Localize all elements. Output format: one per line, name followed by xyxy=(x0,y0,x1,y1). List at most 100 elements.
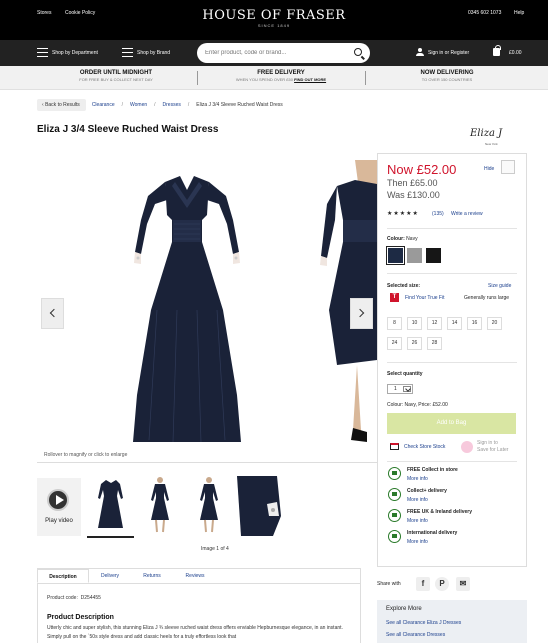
product-gallery[interactable] xyxy=(37,160,377,463)
swatch-black[interactable] xyxy=(426,248,441,263)
thumbnail-1[interactable] xyxy=(87,476,134,538)
divider xyxy=(387,273,517,274)
more-info-link[interactable]: More info xyxy=(407,476,428,482)
dress-image[interactable] xyxy=(37,160,377,463)
tab-reviews[interactable]: Reviews xyxy=(173,569,217,583)
breadcrumb-women[interactable]: Women xyxy=(130,102,147,108)
check-store-stock-link[interactable]: Check Store Stock xyxy=(404,444,445,450)
swatch-grey[interactable] xyxy=(407,248,422,263)
promo-midnight[interactable]: ORDER UNTIL MIDNIGHT FOR FREE BUY & COLL… xyxy=(36,70,196,82)
save-for-later-link[interactable]: Sign in to Save for Later xyxy=(477,440,508,454)
brand-logo[interactable]: Eliza J xyxy=(470,128,502,139)
hide-checkbox[interactable] xyxy=(501,160,515,174)
breadcrumb-dresses[interactable]: Dresses xyxy=(163,102,181,108)
breadcrumb-clearance[interactable]: Clearance xyxy=(92,102,115,108)
review-count[interactable]: (135) xyxy=(432,211,444,217)
size-option[interactable]: 8 xyxy=(387,317,402,330)
facebook-icon[interactable]: f xyxy=(416,577,430,591)
explore-link[interactable]: See all Clearance Dresses xyxy=(386,632,445,638)
promo-title: ORDER UNTIL MIDNIGHT xyxy=(79,70,153,76)
promo-international[interactable]: NOW DELIVERING TO OVER 150 COUNTRIES xyxy=(367,70,527,82)
quantity-value: 1 xyxy=(394,386,397,392)
store-icon xyxy=(390,443,399,450)
size-option[interactable]: 20 xyxy=(487,317,502,330)
play-video-button[interactable]: Play video xyxy=(37,478,81,536)
sign-in-register-link[interactable]: Sign in or Register xyxy=(428,50,469,56)
breadcrumb-current: Eliza J 3/4 Sleeve Ruched Waist Dress xyxy=(196,102,283,108)
divider xyxy=(365,71,366,85)
thumbnail-3[interactable] xyxy=(187,476,234,538)
breadcrumb-separator: / xyxy=(187,102,190,108)
size-option[interactable]: 16 xyxy=(467,317,482,330)
play-video-label: Play video xyxy=(45,518,73,524)
size-option[interactable]: 28 xyxy=(427,337,442,350)
size-option[interactable]: 14 xyxy=(447,317,462,330)
tab-delivery[interactable]: Delivery xyxy=(89,569,131,583)
now-price: Now £52.00 xyxy=(387,162,457,177)
promo-title: FREE DELIVERY xyxy=(257,70,305,76)
thumbnail-image xyxy=(98,480,123,528)
find-true-fit-link[interactable]: Find Your True Fit xyxy=(405,295,444,301)
site-logo[interactable]: HOUSE OF FRASER xyxy=(0,8,548,23)
find-out-more-link[interactable]: FIND OUT MORE xyxy=(294,77,326,82)
promo-subtitle: WHEN YOU SPEND OVER £50 FIND OUT MORE xyxy=(199,77,363,82)
thumbnail-4[interactable] xyxy=(237,476,284,538)
divider xyxy=(387,461,517,462)
rating-stars: ★★★★★ xyxy=(387,211,419,217)
basket-total[interactable]: £0.00 xyxy=(509,50,522,56)
email-icon[interactable]: ✉ xyxy=(456,577,470,591)
play-icon xyxy=(47,489,69,511)
help-link[interactable]: Help xyxy=(514,10,524,16)
quantity-label-text: Select quantity xyxy=(387,371,423,377)
previous-image-button[interactable] xyxy=(41,298,64,329)
selected-size-label: Selected size: xyxy=(387,283,420,289)
add-to-bag-button[interactable]: Add to Bag xyxy=(387,413,516,434)
pinterest-icon[interactable]: P xyxy=(435,577,449,591)
thumbnail-image xyxy=(151,477,169,533)
save-line-1: Sign in to xyxy=(477,440,498,446)
user-icon[interactable] xyxy=(416,48,424,56)
thumbnail-image xyxy=(237,476,281,536)
more-info-link[interactable]: More info xyxy=(407,497,428,503)
promo-subtitle: FOR FREE BUY & COLLECT NEXT DAY xyxy=(79,77,153,82)
delivery-van-icon xyxy=(388,509,401,522)
swatch-navy[interactable] xyxy=(386,246,405,265)
size-option[interactable]: 10 xyxy=(407,317,422,330)
back-to-results-button[interactable]: ‹ Back to Results xyxy=(37,99,86,111)
size-option[interactable]: 26 xyxy=(407,337,422,350)
chevron-right-icon xyxy=(355,308,365,318)
tab-description[interactable]: Description xyxy=(37,569,89,583)
collect-in-store-icon xyxy=(388,467,401,480)
delivery-option-title: International delivery xyxy=(407,530,458,536)
promo-free-delivery[interactable]: FREE DELIVERY WHEN YOU SPEND OVER £50 FI… xyxy=(199,70,363,82)
menu-icon xyxy=(37,48,48,57)
heart-icon[interactable] xyxy=(461,441,473,453)
hide-link[interactable]: Hide xyxy=(484,166,494,172)
shop-by-brand-button[interactable]: Shop by Brand xyxy=(137,50,170,56)
tab-returns[interactable]: Returns xyxy=(131,569,173,583)
explore-link[interactable]: See all Clearance Eliza J Dresses xyxy=(386,620,461,626)
size-option[interactable]: 24 xyxy=(387,337,402,350)
more-info-link[interactable]: More info xyxy=(407,518,428,524)
more-info-link[interactable]: More info xyxy=(407,539,428,545)
fit-note: Generally runs large xyxy=(464,295,510,301)
promo-title: NOW DELIVERING xyxy=(420,70,474,76)
size-option[interactable]: 12 xyxy=(427,317,442,330)
shop-by-department-button[interactable]: Shop by Department xyxy=(52,50,98,56)
delivery-option-title: Collect+ delivery xyxy=(407,488,447,494)
zoom-hint: Rollover to magnify or click to enlarge xyxy=(44,452,128,458)
size-guide-link[interactable]: Size guide xyxy=(488,283,511,289)
site-logo-tagline: SINCE 1849 xyxy=(257,23,291,28)
promo-subtitle-text: WHEN YOU SPEND OVER £50 xyxy=(235,77,293,82)
thumbnail-2[interactable] xyxy=(137,476,184,538)
brand-logo-tagline: New York xyxy=(485,142,498,146)
shopping-bag-icon[interactable] xyxy=(493,45,501,56)
colour-value: Navy xyxy=(406,236,418,242)
quantity-select[interactable]: 1 xyxy=(387,384,413,394)
description-heading: Product Description xyxy=(47,614,114,621)
write-review-link[interactable]: Write a review xyxy=(451,211,483,217)
promo-subtitle: TO OVER 150 COUNTRIES xyxy=(421,77,473,82)
search-icon[interactable] xyxy=(354,48,362,56)
search-input[interactable] xyxy=(205,47,345,59)
next-image-button[interactable] xyxy=(350,298,373,329)
